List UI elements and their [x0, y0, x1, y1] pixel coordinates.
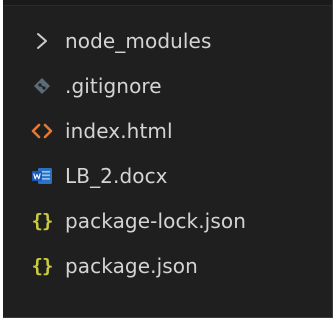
tree-item-label: .gitignore — [65, 73, 162, 98]
explorer-top-edge — [3, 0, 332, 6]
word-document-icon — [29, 163, 55, 189]
tree-item-label: index.html — [65, 118, 173, 143]
git-diamond-icon — [29, 73, 55, 99]
html-brackets-icon — [29, 118, 55, 144]
chevron-right-icon[interactable] — [29, 28, 55, 54]
tree-item-node-modules[interactable]: node_modules — [3, 18, 332, 63]
tree-item-package-json[interactable]: {} package.json — [3, 243, 332, 288]
tree-item-label: package-lock.json — [65, 208, 246, 233]
json-braces-icon: {} — [31, 254, 54, 277]
tree-item-label: package.json — [65, 253, 198, 278]
file-explorer-panel: node_modules .gitignore index.html LB_2.… — [3, 0, 333, 318]
tree-item-label: LB_2.docx — [65, 163, 168, 188]
tree-item-gitignore[interactable]: .gitignore — [3, 63, 332, 108]
json-braces-icon: {} — [31, 209, 54, 232]
tree-item-label: node_modules — [65, 28, 212, 53]
tree-item-package-lock-json[interactable]: {} package-lock.json — [3, 198, 332, 243]
file-tree: node_modules .gitignore index.html LB_2.… — [3, 18, 332, 288]
tree-item-index-html[interactable]: index.html — [3, 108, 332, 153]
tree-item-lb-2-docx[interactable]: LB_2.docx — [3, 153, 332, 198]
